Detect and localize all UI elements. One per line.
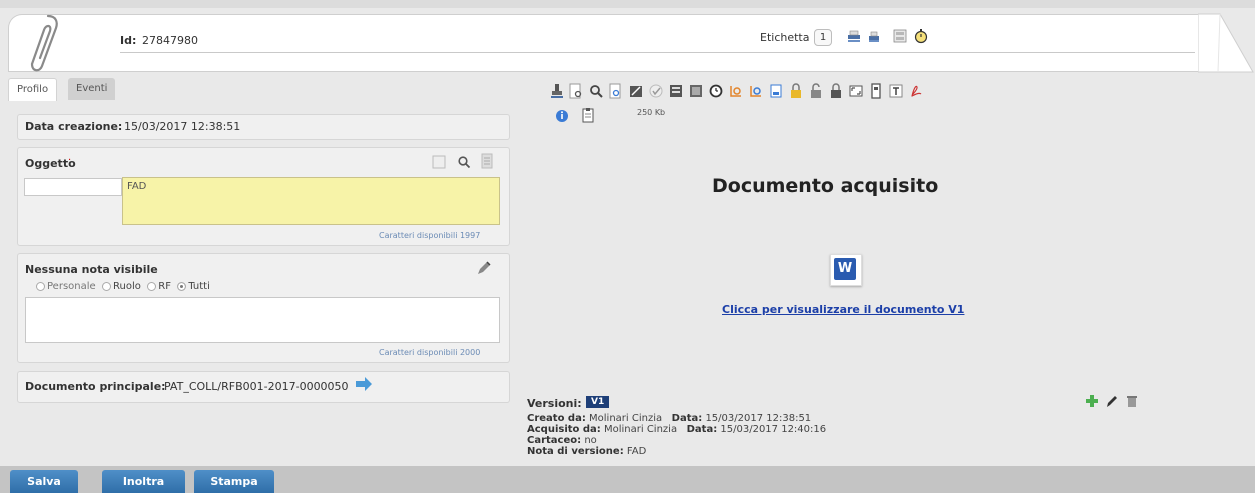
word-document-icon[interactable]: W	[830, 254, 862, 286]
documento-principale-label: Documento principale:	[25, 380, 166, 393]
edit-version-icon[interactable]	[1106, 394, 1118, 408]
salva-button[interactable]: Salva	[10, 470, 78, 493]
stamp-icon[interactable]	[550, 83, 564, 99]
text-icon[interactable]	[889, 83, 903, 99]
stampa-button[interactable]: Stampa	[194, 470, 274, 493]
lock-icon[interactable]	[829, 83, 843, 99]
data1-value: 15/03/2017 12:38:51	[705, 413, 812, 424]
tab-eventi[interactable]: Eventi	[68, 78, 116, 100]
versions-label: Versioni:	[527, 397, 582, 410]
cartaceo-value: no	[584, 435, 597, 446]
note-visibility-options: Personale Ruolo RF Tutti	[36, 281, 210, 292]
edit-note-icon[interactable]	[476, 260, 492, 276]
find-document-icon[interactable]	[669, 83, 683, 99]
paperclip-icon	[30, 14, 58, 72]
arrow-right-icon[interactable]	[355, 377, 373, 391]
radio-personale-label: Personale	[47, 281, 96, 292]
file-size: 250 Kb	[637, 108, 666, 117]
note-textarea[interactable]	[25, 297, 500, 343]
note-label: Nessuna nota visibile	[25, 263, 158, 276]
radio-tutti[interactable]	[177, 281, 187, 291]
oggetto-chars-remaining: Caratteri disponibili 1997	[379, 231, 481, 240]
fullscreen-icon[interactable]	[849, 83, 863, 99]
radio-rf-label: RF	[158, 281, 171, 292]
zoom-icon[interactable]	[589, 83, 603, 99]
creato-da-label: Creato da:	[527, 413, 586, 424]
id-value: 27847980	[142, 34, 198, 47]
signature-icon[interactable]	[729, 83, 743, 99]
print-label-small-icon[interactable]	[867, 28, 881, 44]
radio-ruolo-label: Ruolo	[113, 281, 141, 292]
clipboard-icon[interactable]	[581, 107, 595, 123]
view-document-link[interactable]: Clicca per visualizzare il documento V1	[722, 303, 964, 316]
profile-tabs: Profilo Eventi	[8, 78, 513, 101]
etichetta-label: Etichetta	[760, 31, 810, 44]
radio-rf[interactable]	[147, 281, 157, 291]
cartaceo-label: Cartaceo:	[527, 435, 582, 446]
data2-label: Data:	[686, 424, 718, 435]
note-chars-remaining: Caratteri disponibili 2000	[379, 348, 481, 357]
word-icon-letter: W	[834, 258, 856, 280]
version-note-row: Nota di versione: FAD	[527, 446, 646, 457]
pdf-icon[interactable]	[909, 83, 923, 99]
document-blue-icon[interactable]	[769, 83, 783, 99]
nota-versione-label: Nota di versione:	[527, 446, 624, 457]
oggetto-document-icon[interactable]	[481, 153, 493, 169]
data-creazione-label: Data creazione:	[25, 120, 123, 133]
clock-icon[interactable]	[709, 83, 723, 99]
oggetto-search-icon[interactable]	[457, 155, 471, 169]
top-band	[0, 0, 1255, 8]
unlock-icon[interactable]	[809, 83, 823, 99]
page-fold-decoration	[1198, 13, 1254, 73]
version-acquired-row: Acquisito da: Molinari Cinzia Data: 15/0…	[527, 424, 826, 435]
signature-verify-icon[interactable]	[749, 83, 763, 99]
acquisito-da-label: Acquisito da:	[527, 424, 601, 435]
version-badge-v1[interactable]: V1	[586, 396, 610, 408]
data1-label: Data:	[671, 413, 703, 424]
radio-ruolo[interactable]	[102, 281, 112, 291]
scanner-icon[interactable]	[893, 28, 907, 44]
archive-icon[interactable]	[869, 83, 883, 99]
id-label: Id:	[120, 34, 137, 47]
zoom-page-icon[interactable]	[609, 83, 623, 99]
info-icon[interactable]	[555, 107, 569, 123]
radio-tutti-label: Tutti	[188, 281, 210, 292]
etichetta-count[interactable]: 1	[814, 29, 832, 46]
version-created-row: Creato da: Molinari Cinzia Data: 15/03/2…	[527, 413, 811, 424]
tab-profilo[interactable]: Profilo	[8, 78, 58, 101]
required-marker: ·	[68, 155, 72, 166]
inoltra-button[interactable]: Inoltra	[102, 470, 185, 493]
creato-da-value: Molinari Cinzia	[589, 413, 663, 424]
oggetto-list-icon[interactable]	[432, 155, 446, 169]
edit-icon[interactable]	[629, 83, 643, 99]
bottom-action-bar	[0, 466, 1255, 493]
documento-principale-value: PAT_COLL/RFB001-2017-0000050	[164, 380, 349, 393]
copy-document-icon[interactable]	[689, 83, 703, 99]
data-creazione-value: 15/03/2017 12:38:51	[124, 120, 241, 133]
lock-yellow-icon[interactable]	[789, 83, 803, 99]
oggetto-textarea[interactable]: FAD	[122, 177, 500, 225]
document-preview-icon[interactable]	[569, 83, 583, 99]
print-label-icon[interactable]	[847, 28, 861, 44]
documento-acquisito-title: Documento acquisito	[712, 175, 939, 197]
acquisito-da-value: Molinari Cinzia	[603, 424, 678, 435]
delete-version-icon[interactable]	[1127, 395, 1137, 407]
header-divider	[120, 52, 1195, 53]
check-icon[interactable]	[649, 83, 663, 99]
viewer-toolbar	[550, 83, 1050, 131]
nota-versione-value: FAD	[626, 446, 647, 457]
data2-value: 15/03/2017 12:40:16	[720, 424, 827, 435]
timer-icon[interactable]	[914, 28, 928, 44]
radio-personale[interactable]	[36, 281, 45, 291]
oggetto-code-input[interactable]	[24, 178, 122, 196]
add-version-icon[interactable]	[1086, 395, 1098, 407]
version-cartaceo-row: Cartaceo: no	[527, 435, 597, 446]
